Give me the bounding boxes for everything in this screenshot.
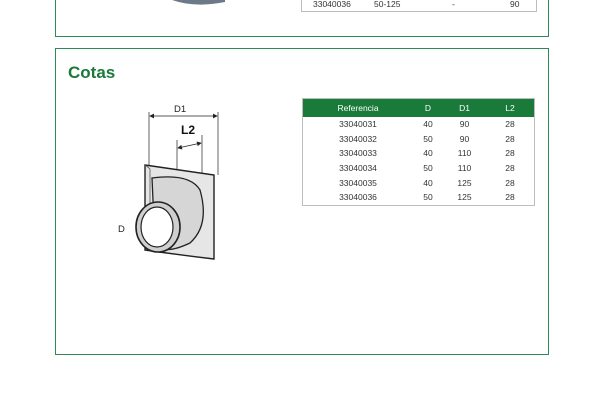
cell-d: 50 — [423, 192, 433, 203]
cell-l2: 28 — [505, 119, 515, 130]
cell-d1: 125 — [457, 177, 472, 188]
table-row: 33040031 40 90 28 — [303, 117, 535, 132]
cell-d1: 90 — [459, 133, 470, 144]
table-row: 33040034 50 110 28 — [303, 161, 535, 176]
cell-l2: 28 — [505, 148, 515, 159]
table-row: 33040032 50 90 28 — [303, 132, 535, 147]
cell-ref: 33040036 — [339, 192, 377, 203]
top-row-ref: 33040036 — [313, 0, 351, 9]
cell-ref: 33040033 — [339, 148, 377, 159]
top-table-row: 33040036 50-125 - 90 — [301, 0, 537, 12]
spec-table: Referencia D D1 L2 33040031 40 90 28 330400… — [302, 98, 535, 206]
cell-d: 40 — [423, 177, 433, 188]
l2-dimension-line — [177, 141, 202, 150]
technical-drawing: D1 L2 D — [118, 104, 219, 260]
header-referencia: Referencia — [302, 98, 413, 117]
table-row: 33040035 40 125 28 — [303, 175, 535, 190]
header-l2: L2 — [486, 98, 535, 117]
cell-ref: 33040031 — [339, 119, 377, 130]
cell-d1: 125 — [457, 192, 472, 203]
cell-d1: 110 — [457, 163, 472, 174]
d-label: D — [118, 224, 125, 235]
cell-ref: 33040034 — [339, 163, 377, 174]
top-row-dash: - — [452, 0, 455, 9]
table-header-row: Referencia D D1 L2 — [302, 98, 535, 117]
cell-d: 40 — [423, 148, 433, 159]
cell-d1: 110 — [457, 148, 472, 159]
cell-l2: 28 — [505, 133, 515, 144]
header-d: D — [413, 98, 443, 117]
cotas-title: Cotas — [68, 63, 116, 82]
top-row-value: 90 — [510, 0, 520, 9]
cell-l2: 28 — [505, 192, 515, 203]
product-photo-fragment — [172, 0, 225, 5]
table-row: 33040036 50 125 28 — [303, 190, 535, 205]
cell-ref: 33040032 — [339, 133, 377, 144]
cell-d: 50 — [423, 163, 433, 174]
cell-l2: 28 — [505, 177, 515, 188]
cell-l2: 28 — [505, 163, 515, 174]
cell-ref: 33040035 — [339, 177, 377, 188]
d1-label: D1 — [174, 104, 186, 115]
header-d1: D1 — [443, 98, 486, 117]
cell-d: 50 — [423, 133, 433, 144]
table-row: 33040033 40 110 28 — [303, 146, 535, 161]
top-row-range: 50-125 — [374, 0, 401, 9]
l2-label: L2 — [181, 123, 195, 137]
cell-d1: 90 — [459, 119, 470, 130]
cell-d: 40 — [423, 119, 433, 130]
